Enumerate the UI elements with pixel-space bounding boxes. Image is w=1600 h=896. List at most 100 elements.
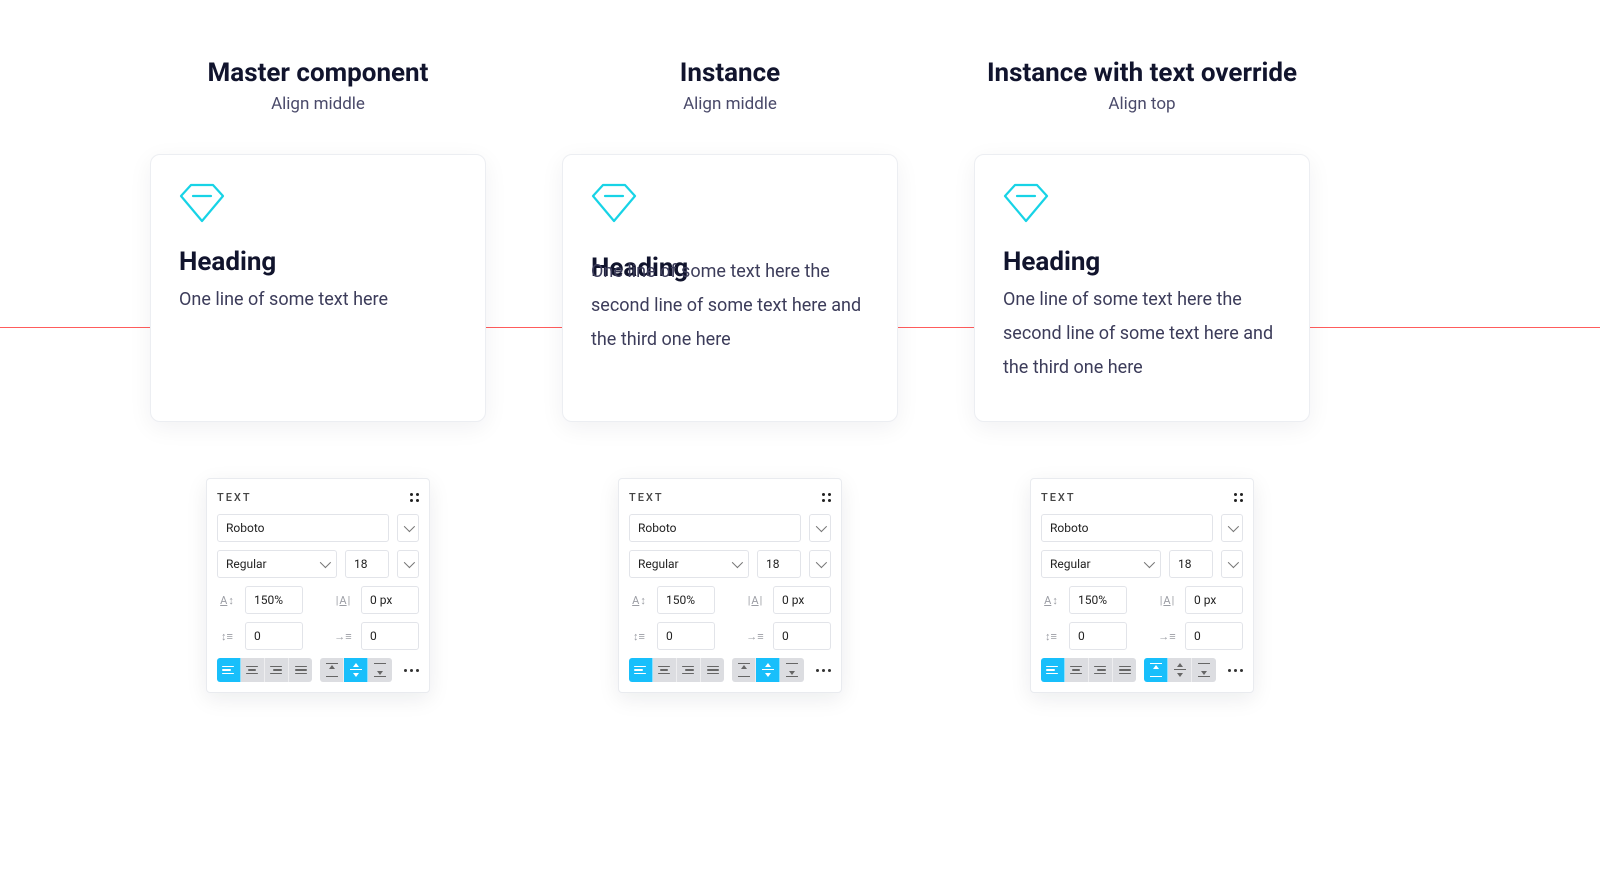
align-center-button[interactable] xyxy=(653,658,677,682)
letter-spacing-value: 0 px xyxy=(1194,593,1216,607)
more-options-button[interactable] xyxy=(816,669,831,672)
sketch-diamond-icon xyxy=(179,183,225,223)
paragraph-spacing-icon: ↕≡ xyxy=(629,630,649,643)
font-family-select[interactable]: Roboto xyxy=(1041,514,1213,542)
font-family-dropdown-button[interactable] xyxy=(1221,514,1243,542)
chevron-down-icon xyxy=(816,521,827,532)
align-top-button[interactable] xyxy=(732,658,756,682)
font-weight-value: Regular xyxy=(638,557,679,571)
chevron-down-icon xyxy=(1228,521,1239,532)
sketch-diamond-icon xyxy=(1003,183,1049,223)
font-family-value: Roboto xyxy=(226,521,264,535)
font-weight-select[interactable]: Regular xyxy=(217,550,337,578)
font-size-dropdown-button[interactable] xyxy=(1221,550,1243,578)
line-height-icon: A ↕ xyxy=(629,594,649,607)
more-options-button[interactable] xyxy=(1228,669,1243,672)
align-right-button[interactable] xyxy=(677,658,701,682)
line-height-input[interactable]: 150% xyxy=(1069,586,1127,614)
example-instance-override: Instance with text override Align top He… xyxy=(974,58,1310,693)
paragraph-indent-icon: →≡ xyxy=(333,630,353,643)
paragraph-indent-value: 0 xyxy=(370,629,377,643)
letter-spacing-input[interactable]: 0 px xyxy=(773,586,831,614)
paragraph-spacing-icon: ↕≡ xyxy=(1041,630,1061,643)
align-bottom-button[interactable] xyxy=(1192,658,1216,682)
font-size-value: 18 xyxy=(354,557,368,571)
align-bottom-button[interactable] xyxy=(780,658,804,682)
paragraph-spacing-input[interactable]: 0 xyxy=(657,622,715,650)
align-center-button[interactable] xyxy=(1065,658,1089,682)
font-family-dropdown-button[interactable] xyxy=(397,514,419,542)
panel-drag-handle-icon[interactable] xyxy=(410,493,419,502)
chevron-down-icon xyxy=(320,557,331,568)
text-properties-panel: TEXT Roboto Regular 18 A ↕ 150% |A| 0 px… xyxy=(1030,478,1254,693)
card-body-text: One line of some text here the second li… xyxy=(591,255,869,358)
align-top-button[interactable] xyxy=(1144,658,1168,682)
column-title: Master component xyxy=(208,58,429,88)
font-size-input[interactable]: 18 xyxy=(345,550,389,578)
example-instance: Instance Align middle Heading One line o… xyxy=(562,58,898,693)
paragraph-indent-input[interactable]: 0 xyxy=(361,622,419,650)
font-family-select[interactable]: Roboto xyxy=(217,514,389,542)
align-middle-button[interactable] xyxy=(344,658,368,682)
paragraph-spacing-input[interactable]: 0 xyxy=(245,622,303,650)
line-height-input[interactable]: 150% xyxy=(245,586,303,614)
align-left-button[interactable] xyxy=(217,658,241,682)
vertical-align-segment xyxy=(320,658,392,682)
font-weight-select[interactable]: Regular xyxy=(629,550,749,578)
vertical-align-segment xyxy=(1144,658,1216,682)
font-size-value: 18 xyxy=(766,557,780,571)
font-size-dropdown-button[interactable] xyxy=(809,550,831,578)
font-family-select[interactable]: Roboto xyxy=(629,514,801,542)
align-top-button[interactable] xyxy=(320,658,344,682)
align-justify-button[interactable] xyxy=(289,658,313,682)
line-height-input[interactable]: 150% xyxy=(657,586,715,614)
paragraph-indent-value: 0 xyxy=(1194,629,1201,643)
align-bottom-button[interactable] xyxy=(368,658,392,682)
font-weight-select[interactable]: Regular xyxy=(1041,550,1161,578)
font-size-value: 18 xyxy=(1178,557,1192,571)
font-size-dropdown-button[interactable] xyxy=(397,550,419,578)
line-height-icon: A ↕ xyxy=(217,594,237,607)
paragraph-indent-input[interactable]: 0 xyxy=(1185,622,1243,650)
letter-spacing-icon: |A| xyxy=(1157,594,1177,607)
card-heading: Heading xyxy=(179,247,457,277)
column-title: Instance xyxy=(680,58,780,88)
align-middle-button[interactable] xyxy=(1168,658,1192,682)
paragraph-spacing-input[interactable]: 0 xyxy=(1069,622,1127,650)
column-title: Instance with text override xyxy=(987,58,1297,88)
letter-spacing-input[interactable]: 0 px xyxy=(361,586,419,614)
line-height-value: 150% xyxy=(666,593,695,607)
align-middle-button[interactable] xyxy=(756,658,780,682)
align-justify-button[interactable] xyxy=(701,658,725,682)
align-left-button[interactable] xyxy=(1041,658,1065,682)
paragraph-spacing-value: 0 xyxy=(254,629,261,643)
chevron-down-icon xyxy=(732,557,743,568)
letter-spacing-value: 0 px xyxy=(782,593,804,607)
example-master-component: Master component Align middle Heading On… xyxy=(150,58,486,693)
chevron-down-icon xyxy=(1144,557,1155,568)
paragraph-indent-input[interactable]: 0 xyxy=(773,622,831,650)
align-center-button[interactable] xyxy=(241,658,265,682)
chevron-down-icon xyxy=(816,557,827,568)
paragraph-indent-value: 0 xyxy=(782,629,789,643)
align-right-button[interactable] xyxy=(265,658,289,682)
letter-spacing-value: 0 px xyxy=(370,593,392,607)
align-left-button[interactable] xyxy=(629,658,653,682)
font-size-input[interactable]: 18 xyxy=(757,550,801,578)
card-heading: Heading xyxy=(1003,247,1281,277)
paragraph-indent-icon: →≡ xyxy=(1157,630,1177,643)
align-right-button[interactable] xyxy=(1089,658,1113,682)
paragraph-spacing-icon: ↕≡ xyxy=(217,630,237,643)
font-family-dropdown-button[interactable] xyxy=(809,514,831,542)
card-body-text: One line of some text here xyxy=(179,283,457,317)
letter-spacing-input[interactable]: 0 px xyxy=(1185,586,1243,614)
font-size-input[interactable]: 18 xyxy=(1169,550,1213,578)
panel-drag-handle-icon[interactable] xyxy=(1234,493,1243,502)
letter-spacing-icon: |A| xyxy=(333,594,353,607)
line-height-icon: A ↕ xyxy=(1041,594,1061,607)
panel-drag-handle-icon[interactable] xyxy=(822,493,831,502)
more-options-button[interactable] xyxy=(404,669,419,672)
align-justify-button[interactable] xyxy=(1113,658,1137,682)
horizontal-align-segment xyxy=(629,658,724,682)
horizontal-align-segment xyxy=(1041,658,1136,682)
